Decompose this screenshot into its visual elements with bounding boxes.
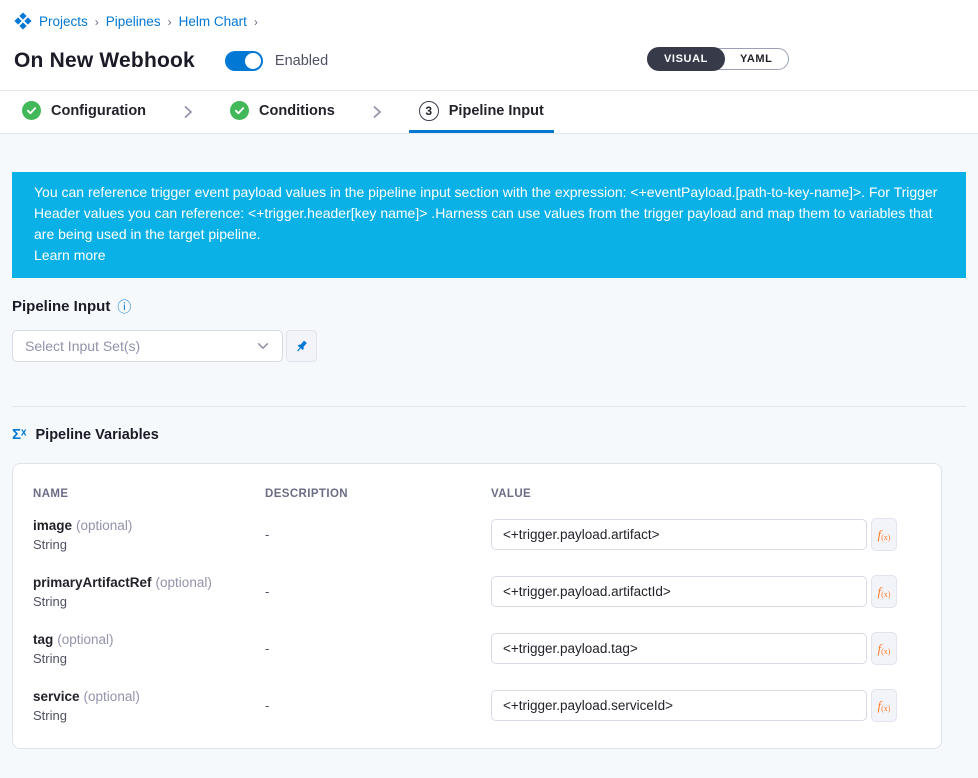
info-banner: You can reference trigger event payload …: [12, 172, 966, 278]
variable-value-cell: f(x): [491, 575, 921, 608]
enabled-toggle[interactable]: [225, 51, 263, 71]
check-circle-icon: [22, 101, 41, 120]
variable-name: primaryArtifactRef: [33, 575, 152, 590]
table-row: tag (optional) String - f(x): [33, 620, 921, 677]
variable-value-cell: f(x): [491, 518, 921, 551]
variable-name: tag: [33, 632, 53, 647]
variable-description: -: [265, 584, 491, 599]
toggle-knob: [245, 53, 261, 69]
variable-type: String: [33, 651, 265, 666]
variable-value-input[interactable]: [491, 633, 867, 664]
expression-fx-button[interactable]: f(x): [871, 575, 897, 608]
page-title: On New Webhook: [14, 49, 195, 73]
variables-table-header: NAME DESCRIPTION VALUE: [33, 488, 921, 500]
enabled-toggle-label: Enabled: [275, 53, 328, 69]
visual-toggle-button[interactable]: VISUAL: [647, 47, 725, 71]
pipeline-input-title: Pipeline Input: [12, 298, 110, 315]
variable-type: String: [33, 594, 265, 609]
section-divider: [12, 406, 966, 407]
breadcrumb-helm-chart[interactable]: Helm Chart: [179, 14, 247, 29]
breadcrumb-projects[interactable]: Projects: [39, 14, 88, 29]
variable-name-cell: image (optional) String: [33, 518, 265, 552]
variable-type: String: [33, 537, 265, 552]
pin-input-set-button[interactable]: [286, 330, 317, 362]
info-banner-text: You can reference trigger event payload …: [34, 184, 937, 242]
chevron-right-icon: ›: [95, 15, 99, 29]
pipeline-variables-title: Pipeline Variables: [36, 427, 159, 443]
chevron-right-icon: [345, 91, 409, 133]
tab-configuration[interactable]: Configuration: [12, 91, 156, 133]
input-set-select[interactable]: Select Input Set(s): [12, 330, 283, 362]
variable-optional-label: (optional): [76, 518, 132, 533]
expression-fx-button[interactable]: f(x): [871, 632, 897, 665]
input-set-placeholder: Select Input Set(s): [25, 338, 140, 354]
pipeline-input-heading: Pipeline Input ⓘ: [12, 298, 966, 315]
variable-value-cell: f(x): [491, 632, 921, 665]
breadcrumb: Projects › Pipelines › Helm Chart ›: [14, 12, 964, 30]
variable-value-cell: f(x): [491, 689, 921, 722]
pin-icon: [294, 339, 309, 354]
input-set-row: Select Input Set(s): [12, 330, 966, 362]
column-header-description: DESCRIPTION: [265, 488, 491, 500]
column-header-name: NAME: [33, 488, 265, 500]
tab-label: Conditions: [259, 103, 335, 119]
harness-project-icon: [14, 12, 32, 30]
main-content: You can reference trigger event payload …: [0, 172, 978, 749]
wizard-tabbar: Configuration Conditions 3 Pipeline Inpu…: [0, 90, 978, 134]
variable-optional-label: (optional): [84, 689, 140, 704]
column-header-value: VALUE: [491, 488, 921, 500]
breadcrumb-pipelines[interactable]: Pipelines: [106, 14, 161, 29]
variable-name-cell: tag (optional) String: [33, 632, 265, 666]
variable-name: service: [33, 689, 80, 704]
variables-card: NAME DESCRIPTION VALUE image (optional) S…: [12, 463, 942, 749]
variable-value-input[interactable]: [491, 519, 867, 550]
variable-name-cell: service (optional) String: [33, 689, 265, 723]
variable-description: -: [265, 641, 491, 656]
variable-name-cell: primaryArtifactRef (optional) String: [33, 575, 265, 609]
chevron-right-icon: ›: [254, 15, 258, 29]
chevron-down-icon: [256, 339, 270, 353]
variable-type: String: [33, 708, 265, 723]
table-row: image (optional) String - f(x): [33, 506, 921, 563]
chevron-right-icon: ›: [168, 15, 172, 29]
expression-fx-button[interactable]: f(x): [871, 518, 897, 551]
visual-yaml-toggle: VISUAL YAML: [647, 48, 789, 70]
page-header: Projects › Pipelines › Helm Chart › On N…: [0, 0, 978, 90]
variable-value-input[interactable]: [491, 690, 867, 721]
variable-optional-label: (optional): [57, 632, 113, 647]
variable-value-input[interactable]: [491, 576, 867, 607]
sigma-variables-icon: Σˣ: [12, 426, 27, 443]
table-row: service (optional) String - f(x): [33, 677, 921, 734]
yaml-toggle-button[interactable]: YAML: [725, 48, 788, 70]
table-row: primaryArtifactRef (optional) String - f(…: [33, 563, 921, 620]
variable-optional-label: (optional): [156, 575, 212, 590]
expression-fx-button[interactable]: f(x): [871, 689, 897, 722]
learn-more-link[interactable]: Learn more: [34, 245, 106, 266]
variable-name: image: [33, 518, 72, 533]
variable-description: -: [265, 698, 491, 713]
tab-label: Configuration: [51, 103, 146, 119]
tab-pipeline-input[interactable]: 3 Pipeline Input: [409, 91, 554, 133]
info-icon[interactable]: ⓘ: [117, 300, 131, 314]
tab-conditions[interactable]: Conditions: [220, 91, 345, 133]
title-row: On New Webhook Enabled VISUAL YAML: [14, 46, 964, 76]
step-number-badge: 3: [419, 101, 439, 121]
tab-label: Pipeline Input: [449, 103, 544, 119]
pipeline-variables-heading: Σˣ Pipeline Variables: [12, 426, 966, 443]
variable-description: -: [265, 527, 491, 542]
chevron-right-icon: [156, 91, 220, 133]
check-circle-icon: [230, 101, 249, 120]
